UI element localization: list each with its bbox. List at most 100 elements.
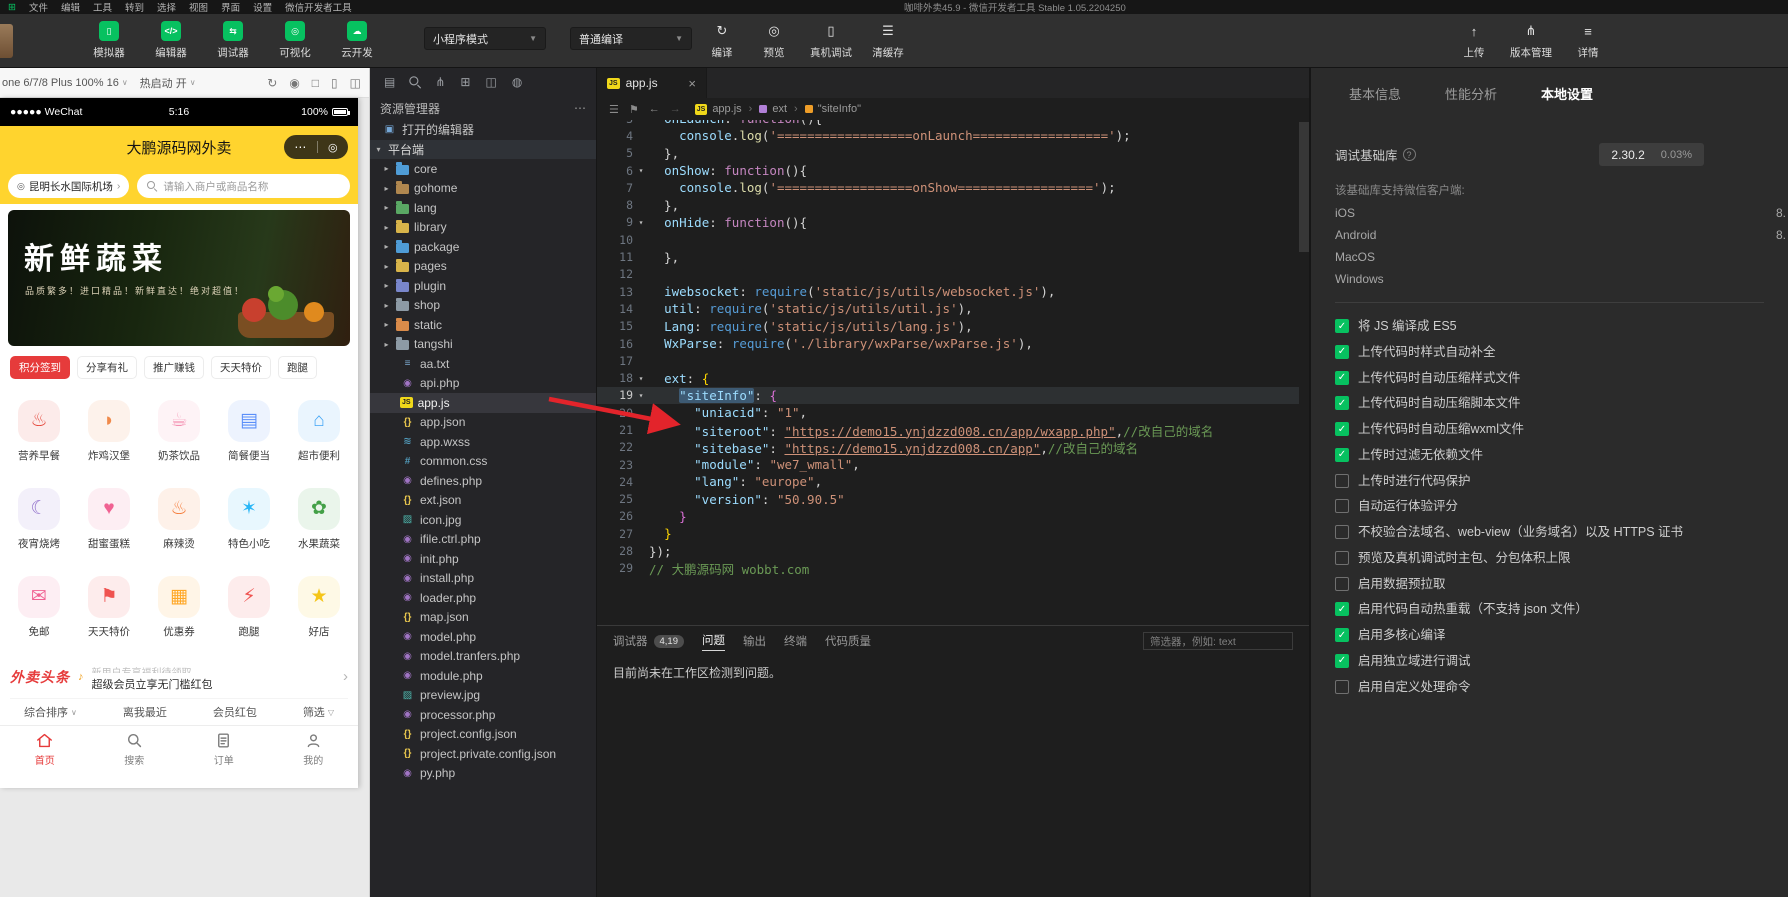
setting-option[interactable]: ✓启用代码自动热重载（不支持 json 文件） <box>1335 600 1777 619</box>
simulator-button[interactable]: ▯模拟器 <box>86 21 132 60</box>
code-line[interactable]: 21 "siteroot": "https://demo15.ynjdzzd00… <box>597 421 1299 438</box>
checkbox[interactable] <box>1335 525 1349 539</box>
category-item[interactable]: ⚡跑腿 <box>214 563 284 651</box>
file-row[interactable]: ▨preview.jpg <box>370 686 596 706</box>
panel-tab[interactable]: 终端 <box>784 633 807 649</box>
checkbox[interactable]: ✓ <box>1335 319 1349 333</box>
breadcrumb-item[interactable]: JSapp.js <box>695 103 742 115</box>
code-line[interactable]: 23 "module": "we7_wmall", <box>597 456 1299 473</box>
close-icon[interactable]: × <box>688 76 696 91</box>
device-debug-button[interactable]: ▯真机调试 <box>810 21 852 60</box>
setting-option[interactable]: ✓上传代码时自动压缩脚本文件 <box>1335 394 1777 413</box>
debugger-button[interactable]: ⇆调试器 <box>210 21 256 60</box>
code-line[interactable]: 3 onLaunch: function(){ <box>597 120 1299 127</box>
compile-button[interactable]: ↻编译 <box>706 21 738 60</box>
more-icon[interactable]: ⋯ <box>294 140 306 154</box>
folder-row[interactable]: ▸pages <box>370 257 596 277</box>
setting-option[interactable]: ✓上传代码时样式自动补全 <box>1335 343 1777 362</box>
setting-option[interactable]: 上传时进行代码保护 <box>1335 472 1777 491</box>
code-line[interactable]: 14 util: require('static/js/utils/util.j… <box>597 300 1299 317</box>
category-item[interactable]: ⚑天天特价 <box>74 563 144 651</box>
base-library-select[interactable]: 2.30.2 0.03% <box>1599 143 1704 166</box>
code-line[interactable]: 6▾ onShow: function(){ <box>597 162 1299 179</box>
editor-tab-appjs[interactable]: JS app.js × <box>597 68 707 98</box>
menu-item[interactable]: 设置 <box>253 0 272 14</box>
tabbar-item-search[interactable]: 搜索 <box>90 726 180 771</box>
promo-tag[interactable]: 推广赚钱 <box>144 356 204 379</box>
help-icon[interactable]: ? <box>1403 148 1416 161</box>
file-row[interactable]: {}project.private.config.json <box>370 744 596 764</box>
code-line[interactable]: 11 }, <box>597 248 1299 265</box>
category-item[interactable]: ⌂超市便利 <box>284 387 354 475</box>
folder-row[interactable]: ▸lang <box>370 198 596 218</box>
menu-item[interactable]: 工具 <box>93 0 112 14</box>
checkbox[interactable] <box>1335 577 1349 591</box>
code-line[interactable]: 17 <box>597 352 1299 369</box>
checkbox[interactable]: ✓ <box>1335 654 1349 668</box>
file-row[interactable]: ≡aa.txt <box>370 354 596 374</box>
checkbox[interactable]: ✓ <box>1335 448 1349 462</box>
folder-row[interactable]: ▸library <box>370 218 596 238</box>
code-line[interactable]: 8 }, <box>597 196 1299 213</box>
code-line[interactable]: 28}); <box>597 542 1299 559</box>
extensions-icon[interactable]: ⊞ <box>460 75 470 89</box>
file-row[interactable]: ◉api.php <box>370 374 596 394</box>
file-row[interactable]: JSapp.js <box>370 393 596 413</box>
file-row[interactable]: #common.css <box>370 452 596 472</box>
open-editors-section[interactable]: ▣打开的编辑器 <box>370 120 596 140</box>
location-picker[interactable]: ◎ 昆明长水国际机场 › <box>8 174 129 198</box>
tabbar-item-order[interactable]: 订单 <box>179 726 269 771</box>
folder-row[interactable]: ▸tangshi <box>370 335 596 355</box>
category-item[interactable]: ✿水果蔬菜 <box>284 475 354 563</box>
category-item[interactable]: ♨营养早餐 <box>4 387 74 475</box>
user-avatar[interactable] <box>0 24 13 58</box>
code-line[interactable]: 5 }, <box>597 145 1299 162</box>
code-line[interactable]: 19▾ "siteInfo": { <box>597 387 1299 404</box>
category-item[interactable]: ★好店 <box>284 563 354 651</box>
setting-option[interactable]: 自动运行体验评分 <box>1335 497 1777 516</box>
file-row[interactable]: ◉processor.php <box>370 705 596 725</box>
panel-tab[interactable]: 输出 <box>743 633 766 649</box>
hot-reload-dropdown[interactable]: 热启动 开 ∨ <box>140 75 196 91</box>
fold-icon[interactable]: ▾ <box>633 374 649 383</box>
checkbox[interactable]: ✓ <box>1335 628 1349 642</box>
code-line[interactable]: 16 WxParse: require('./library/wxParse/w… <box>597 335 1299 352</box>
file-row[interactable]: ◉init.php <box>370 549 596 569</box>
promo-tag[interactable]: 跑腿 <box>278 356 317 379</box>
headline-bar[interactable]: 外卖头条 ♪ 新用户专享福利待领取 超级会员立享无门槛红包 › <box>10 655 348 699</box>
checkbox[interactable]: ✓ <box>1335 371 1349 385</box>
checkbox[interactable] <box>1335 499 1349 513</box>
checkbox[interactable]: ✓ <box>1335 422 1349 436</box>
menu-item[interactable]: 转到 <box>125 0 144 14</box>
file-row[interactable]: ≋app.wxss <box>370 432 596 452</box>
filter-item[interactable]: 综合排序∨ <box>24 704 77 720</box>
code-line[interactable]: 26 } <box>597 508 1299 525</box>
filter-item[interactable]: 筛选▽ <box>303 704 334 720</box>
git-branch-icon[interactable]: ⋔ <box>435 75 445 89</box>
preview-window-icon[interactable]: ◫ <box>485 75 496 89</box>
float-window-icon[interactable]: ◫ <box>350 76 361 90</box>
compile-mode-dropdown[interactable]: 普通编译 ▼ <box>570 27 692 50</box>
menu-item[interactable]: 选择 <box>157 0 176 14</box>
file-row[interactable]: ◉model.php <box>370 627 596 647</box>
code-line[interactable]: 24 "lang": "europe", <box>597 473 1299 490</box>
setting-option[interactable]: ✓上传时过滤无依赖文件 <box>1335 446 1777 465</box>
code-line[interactable]: 12 <box>597 266 1299 283</box>
editor-scrollbar[interactable] <box>1299 120 1309 625</box>
screenshot-icon[interactable]: □ <box>312 76 319 90</box>
rotate-icon[interactable]: ▯ <box>331 76 338 90</box>
file-row[interactable]: ◉py.php <box>370 764 596 784</box>
folder-row[interactable]: ▸shop <box>370 296 596 316</box>
setting-option[interactable]: ✓将 JS 编译成 ES5 <box>1335 317 1777 336</box>
banner-image[interactable]: 新鲜蔬菜 品质繁多！进口精品！新鲜直达！绝对超值！ <box>8 210 350 346</box>
exit-icon[interactable]: ◎ <box>328 141 338 154</box>
refresh-icon[interactable]: ↻ <box>267 76 277 90</box>
checkbox[interactable] <box>1335 474 1349 488</box>
editor-button[interactable]: </>编辑器 <box>148 21 194 60</box>
file-row[interactable]: {}ext.json <box>370 491 596 511</box>
checkbox[interactable] <box>1335 680 1349 694</box>
promo-tag[interactable]: 天天特价 <box>211 356 271 379</box>
category-item[interactable]: ◗炸鸡汉堡 <box>74 387 144 475</box>
file-row[interactable]: ◉model.tranfers.php <box>370 647 596 667</box>
details-tab[interactable]: 性能分析 <box>1445 84 1497 103</box>
